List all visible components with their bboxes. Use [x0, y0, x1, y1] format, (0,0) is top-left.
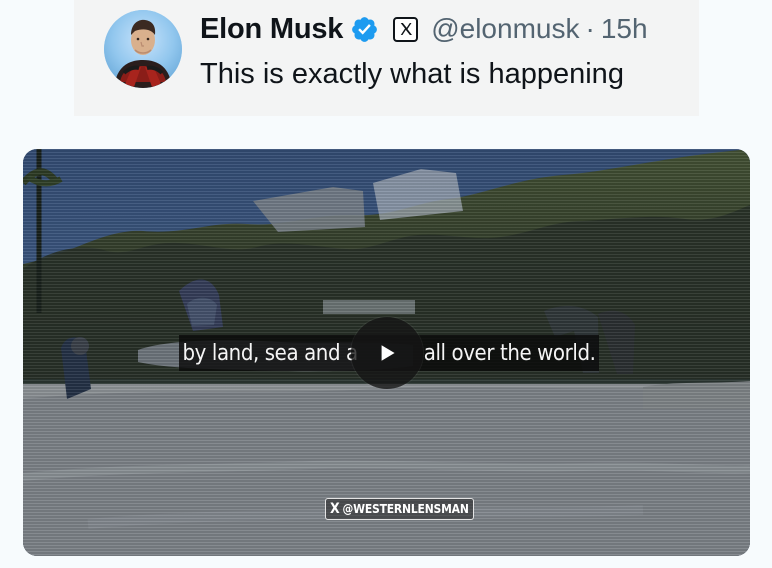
watermark-text: @WESTERNLENSMAN	[342, 502, 469, 516]
subtitle-text-lead: by land, sea and a	[182, 340, 358, 366]
avatar-image	[104, 10, 182, 88]
tweet-timestamp[interactable]: 15h	[601, 13, 648, 45]
video-player[interactable]: by land, sea and a all over the world. X…	[23, 149, 750, 556]
meta-separator: ·	[585, 13, 595, 44]
play-icon	[381, 345, 395, 361]
author-handle[interactable]: @elonmusk	[431, 13, 579, 45]
video-watermark: X @WESTERNLENSMAN	[325, 498, 474, 520]
subtitle-text-tail: all over the world.	[423, 340, 596, 366]
author-name[interactable]: Elon Musk	[200, 13, 343, 46]
author-avatar[interactable]	[104, 10, 182, 88]
x-logo-icon: X	[330, 501, 340, 517]
tweet-header: Elon Musk @elonmusk · 15h This is exactl…	[74, 0, 699, 116]
tweet-author-row: Elon Musk @elonmusk · 15h	[200, 10, 648, 48]
x-logo-icon	[393, 16, 419, 42]
verified-badge-icon	[350, 15, 379, 44]
tweet-text: This is exactly what is happening	[200, 58, 624, 90]
play-button[interactable]	[351, 317, 423, 389]
